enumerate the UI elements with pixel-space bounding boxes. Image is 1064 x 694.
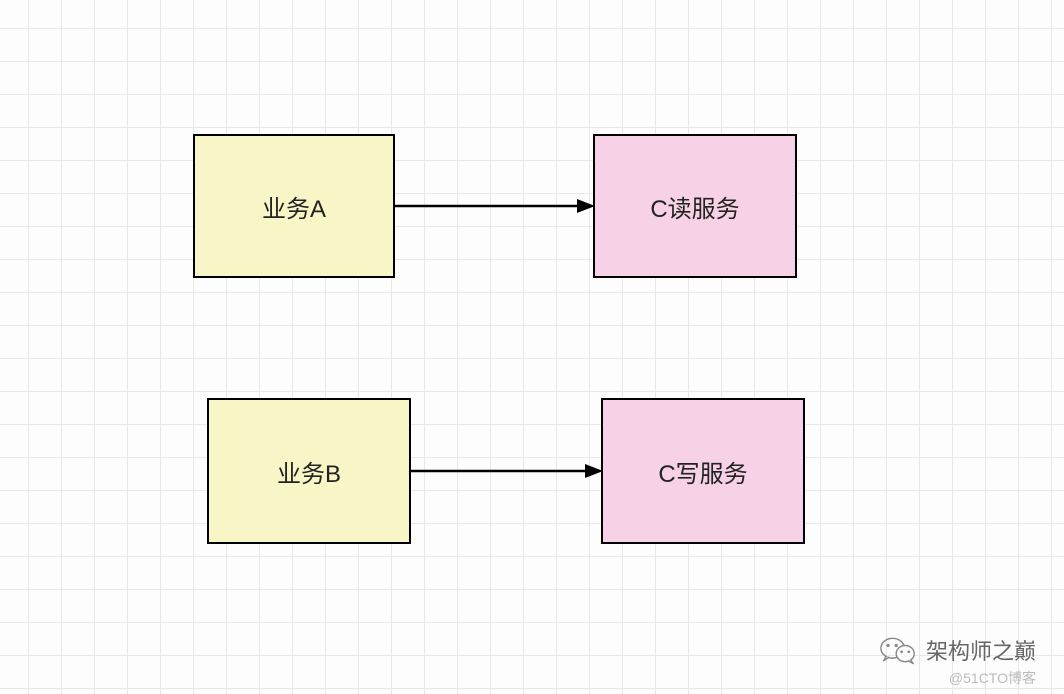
node-c-read-service-label: C读服务: [650, 189, 739, 224]
arrow-a-to-c-read: [395, 196, 595, 216]
wechat-icon: [880, 635, 916, 665]
node-business-a: 业务A: [193, 134, 395, 278]
node-business-b: 业务B: [207, 398, 411, 544]
node-c-write-service: C写服务: [601, 398, 805, 544]
node-business-a-label: 业务A: [262, 189, 326, 224]
node-c-read-service: C读服务: [593, 134, 797, 278]
grid-background: [0, 0, 1064, 694]
watermark-text: 架构师之巅: [926, 634, 1036, 666]
arrow-b-to-c-write: [411, 461, 603, 481]
sub-watermark-text: @51CTO博客: [949, 670, 1036, 686]
node-business-b-label: 业务B: [277, 454, 341, 489]
node-c-write-service-label: C写服务: [658, 454, 747, 489]
watermark: 架构师之巅: [880, 634, 1036, 666]
sub-watermark: @51CTO博客: [949, 668, 1036, 688]
